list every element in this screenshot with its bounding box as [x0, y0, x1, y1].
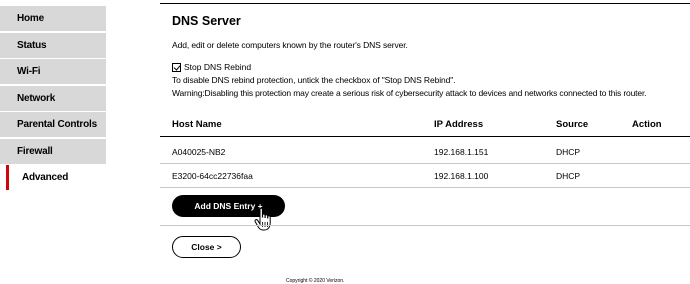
- warning-text: Warning:Disabling this protection may cr…: [172, 88, 647, 98]
- copyright-text: Copyright © 2020 Verizon.: [286, 278, 345, 284]
- column-header-ip-address: IP Address: [434, 119, 484, 130]
- stop-dns-rebind-label: Stop DNS Rebind: [184, 62, 252, 72]
- sidebar-item-network[interactable]: Network: [0, 86, 106, 111]
- source-cell: DHCP: [556, 147, 581, 157]
- sidebar-item-firewall[interactable]: Firewall: [0, 139, 106, 164]
- host-name-cell: E3200-64cc22736faa: [172, 171, 253, 181]
- sidebar-item-parental-controls[interactable]: Parental Controls: [0, 112, 106, 137]
- sidebar-item-status[interactable]: Status: [0, 33, 106, 58]
- sidebar-item-home[interactable]: Home: [0, 6, 106, 31]
- page: Home Status Wi-Fi Network Parental Contr…: [0, 0, 690, 284]
- close-button[interactable]: Close >: [172, 236, 241, 258]
- divider: [160, 225, 690, 226]
- active-indicator: [6, 165, 9, 190]
- sidebar-item-advanced[interactable]: Advanced: [0, 165, 106, 190]
- column-header-host-name: Host Name: [172, 119, 222, 130]
- stop-dns-rebind-option: Stop DNS Rebind: [172, 62, 251, 72]
- sidebar-item-label: Wi-Fi: [17, 66, 41, 77]
- page-title: DNS Server: [172, 14, 241, 28]
- sidebar-item-label: Advanced: [22, 172, 69, 183]
- sidebar-item-label: Home: [17, 13, 44, 24]
- hand-pointer-icon: [254, 208, 276, 232]
- row-divider: [160, 187, 690, 188]
- source-cell: DHCP: [556, 171, 581, 181]
- sidebar-item-label: Network: [17, 93, 56, 104]
- sidebar-item-wifi[interactable]: Wi-Fi: [0, 59, 106, 84]
- column-header-source: Source: [556, 119, 589, 130]
- sidebar-item-label: Firewall: [17, 146, 53, 157]
- sidebar-item-label: Parental Controls: [17, 119, 97, 130]
- page-description: Add, edit or delete computers known by t…: [172, 40, 408, 50]
- row-divider: [160, 163, 690, 164]
- column-header-action: Action: [632, 119, 662, 130]
- sidebar-item-label: Status: [17, 40, 47, 51]
- host-name-cell: A040025-NB2: [172, 147, 226, 157]
- rebind-info-text: To disable DNS rebind protection, untick…: [172, 75, 456, 85]
- table-header-divider: [160, 136, 690, 137]
- ip-address-cell: 192.168.1.100: [434, 171, 489, 181]
- divider: [160, 3, 690, 4]
- ip-address-cell: 192.168.1.151: [434, 147, 489, 157]
- stop-dns-rebind-checkbox[interactable]: [172, 62, 181, 72]
- main-content: DNS Server Add, edit or delete computers…: [160, 0, 690, 284]
